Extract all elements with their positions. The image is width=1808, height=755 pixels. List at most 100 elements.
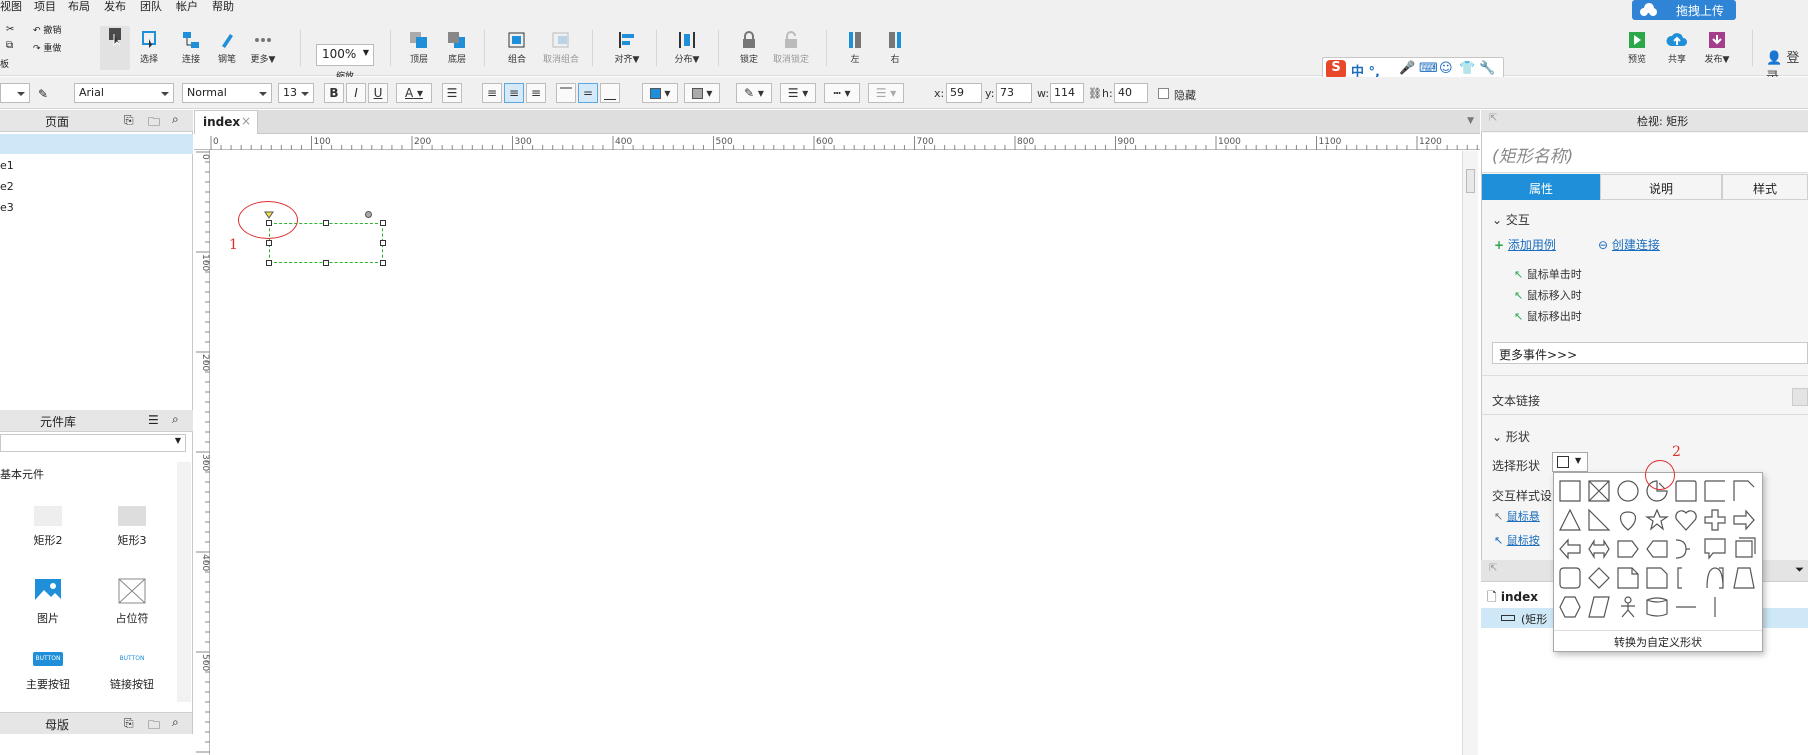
shape-option[interactable] (1733, 480, 1755, 501)
microphone-icon[interactable]: 🎤 (1399, 61, 1415, 76)
page-item[interactable]: e1 (0, 156, 193, 176)
filter-icon[interactable]: ⏷ (1795, 563, 1804, 577)
tab-menu-icon[interactable]: ▼ (1467, 116, 1474, 126)
resize-handle[interactable] (266, 240, 272, 246)
align-button[interactable]: 对齐▼ (604, 30, 650, 65)
font-family-select[interactable]: Arial (74, 83, 174, 103)
menu-account[interactable]: 帐户 (176, 0, 198, 14)
valign-middle-button[interactable]: = (578, 83, 598, 103)
hover-style-link[interactable]: ↖ 鼠标悬 (1494, 508, 1540, 524)
more-events-select[interactable]: 更多事件>>> (1492, 342, 1808, 364)
library-item-placeholder[interactable]: 占位符 (102, 578, 162, 626)
arrow-style-button[interactable]: ☰ ▾ (868, 83, 904, 103)
shape-option[interactable] (1617, 567, 1639, 589)
shape-option[interactable] (1646, 540, 1668, 558)
shape-option[interactable] (1675, 539, 1690, 559)
interaction-section-toggle[interactable]: ⌄ 交互 (1492, 211, 1530, 228)
group-button[interactable]: 组合 (494, 30, 540, 65)
shape-option[interactable] (1646, 567, 1668, 589)
shape-option[interactable] (1559, 508, 1581, 531)
shape-option[interactable] (1706, 567, 1724, 589)
add-folder-icon[interactable]: 🗀 (148, 716, 160, 737)
shape-option[interactable] (1704, 480, 1725, 502)
library-select[interactable]: ▼ (0, 434, 186, 452)
bullet-list-button[interactable]: ☰ (442, 83, 462, 103)
line-style-button[interactable]: ┅ ▾ (824, 83, 860, 103)
library-item-rect3[interactable]: 矩形3 (102, 506, 162, 548)
unlock-button[interactable]: 取消锁定 (768, 30, 814, 65)
library-item-primary-button[interactable]: BUTTON 主要按钮 (18, 652, 78, 692)
shape-option[interactable] (1735, 537, 1756, 558)
zoom-select[interactable]: 100% ▼ (316, 44, 374, 66)
resize-handle[interactable] (266, 260, 272, 266)
outline-page[interactable]: 🗋 index (1487, 588, 1538, 609)
italic-button[interactable]: I (346, 83, 366, 103)
shape-option[interactable] (1646, 597, 1668, 617)
library-scrollbar[interactable] (177, 462, 191, 702)
page-item[interactable]: e2 (0, 177, 193, 197)
bold-button[interactable]: B (324, 83, 344, 103)
shape-option[interactable] (1675, 510, 1697, 531)
align-right-button[interactable]: 右 (872, 30, 918, 65)
shape-option[interactable] (1704, 538, 1726, 560)
shadow-button[interactable]: ▾ (684, 83, 720, 103)
pin-icon[interactable]: ⇱ (1489, 113, 1497, 124)
shape-option[interactable] (1677, 567, 1682, 589)
lock-button[interactable]: 锁定 (726, 30, 772, 65)
menu-project[interactable]: 项目 (34, 0, 56, 14)
page-item-index[interactable] (0, 134, 193, 154)
resize-handle[interactable] (380, 260, 386, 266)
shape-option[interactable] (1559, 567, 1581, 589)
shape-option[interactable] (1704, 509, 1726, 531)
h-input[interactable]: 40 (1114, 83, 1148, 103)
align-text-right-button[interactable]: ≡ (526, 83, 546, 103)
library-item-image[interactable]: 图片 (18, 578, 78, 626)
pin-icon[interactable]: ⇱ (1489, 563, 1497, 574)
skin-icon[interactable]: 👕 (1459, 61, 1475, 76)
shape-option[interactable] (1559, 538, 1581, 560)
valign-top-button[interactable]: ⎺ (556, 83, 576, 103)
menu-view[interactable]: 视图 (0, 0, 22, 14)
search-icon[interactable]: ⌕ (172, 412, 179, 427)
resize-handle[interactable] (380, 240, 386, 246)
event-item[interactable]: ↖ 鼠标移出时 (1514, 308, 1582, 324)
align-text-center-button[interactable]: ≡ (504, 83, 524, 103)
lock-ratio-icon[interactable]: ⛓ (1088, 87, 1102, 100)
line-width-button[interactable]: ☰ ▾ (780, 83, 816, 103)
shape-option[interactable] (1588, 538, 1610, 560)
scroll-thumb[interactable] (1466, 169, 1475, 193)
menu-team[interactable]: 团队 (140, 0, 162, 14)
press-style-link[interactable]: ↖ 鼠标按 (1494, 532, 1540, 548)
ungroup-button[interactable]: 取消组合 (538, 30, 584, 65)
y-input[interactable]: 73 (996, 83, 1032, 103)
font-style-select[interactable]: Normal (182, 83, 272, 103)
align-text-left-button[interactable]: ≡ (482, 83, 502, 103)
resize-handle[interactable] (323, 260, 329, 266)
w-input[interactable]: 114 (1050, 83, 1084, 103)
menu-icon[interactable]: ☰ (148, 413, 159, 427)
redo-button[interactable]: ↷ 重做 (33, 41, 61, 54)
copy-icon[interactable]: ⧉ (6, 40, 13, 51)
shape-name-input[interactable]: (矩形名称) (1482, 133, 1808, 173)
line-color-button[interactable]: ✎ ▾ (736, 83, 772, 103)
shape-option[interactable] (1675, 480, 1697, 502)
shape-option[interactable] (1619, 511, 1637, 531)
shape-select[interactable]: ▼ (1552, 452, 1588, 472)
emoji-icon[interactable]: ☺ (1439, 61, 1453, 76)
canvas-scrollbar[interactable] (1462, 151, 1478, 755)
library-item-rect2[interactable]: 矩形2 (18, 506, 78, 548)
resize-handle[interactable] (323, 220, 329, 226)
shape-option[interactable] (1621, 596, 1635, 618)
valign-bottom-button[interactable]: ⎽ (600, 83, 620, 103)
add-case-button[interactable]: + 添加用例 (1494, 236, 1556, 253)
wrench-icon[interactable]: 🔧 (1479, 61, 1495, 76)
add-folder-icon[interactable]: 🗀 (148, 113, 160, 134)
more-button[interactable]: 更多▼ (240, 30, 286, 65)
send-to-bottom-button[interactable]: 底层 (434, 30, 480, 65)
page-item[interactable]: e3 (0, 198, 193, 218)
distribute-button[interactable]: 分布▼ (664, 30, 710, 65)
convert-to-custom-shape-button[interactable]: 转换为自定义形状 (1554, 630, 1762, 650)
x-input[interactable]: 59 (946, 83, 982, 103)
shape-option[interactable] (1559, 596, 1581, 618)
event-item[interactable]: ↖ 鼠标移入时 (1514, 287, 1582, 303)
